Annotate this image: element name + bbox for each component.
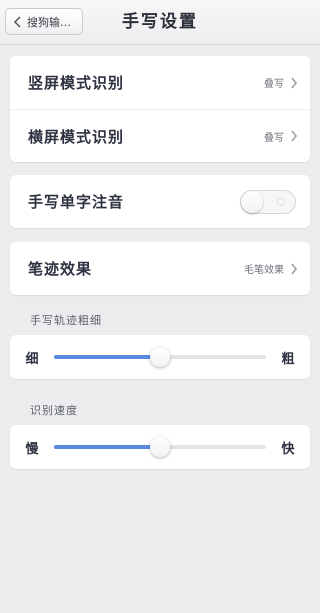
speed-max-label: 快 xyxy=(281,441,295,457)
pinyin-label: 手写单字注音 xyxy=(28,193,125,211)
pinyin-card: 手写单字注音 xyxy=(10,175,310,228)
thickness-slider[interactable] xyxy=(54,347,266,367)
stroke-effect-row[interactable]: 笔迹效果 毛笔效果 xyxy=(10,242,310,295)
back-button[interactable]: 搜狗输… xyxy=(5,8,83,35)
speed-slider[interactable] xyxy=(54,437,266,457)
landscape-recognition-label: 横屏模式识别 xyxy=(28,127,125,146)
pinyin-toggle[interactable] xyxy=(240,189,296,214)
toggle-off-indicator xyxy=(277,197,285,206)
portrait-recognition-row[interactable]: 竖屏模式识别 叠写 xyxy=(10,56,310,109)
portrait-recognition-value: 叠写 xyxy=(264,79,284,90)
chevron-right-icon xyxy=(291,77,297,88)
back-button-label: 搜狗输… xyxy=(27,15,71,29)
thickness-slider-row: 细 粗 xyxy=(10,335,310,379)
thickness-max-label: 粗 xyxy=(281,351,295,367)
thickness-card: 细 粗 xyxy=(10,335,310,379)
landscape-recognition-row[interactable]: 横屏模式识别 叠写 xyxy=(10,109,310,162)
stroke-effect-label: 笔迹效果 xyxy=(28,260,93,278)
stroke-effect-card: 笔迹效果 毛笔效果 xyxy=(10,242,310,295)
chevron-left-icon xyxy=(13,15,21,28)
stroke-effect-value: 毛笔效果 xyxy=(244,265,284,276)
chevron-right-icon xyxy=(291,263,297,274)
landscape-recognition-value: 叠写 xyxy=(264,132,284,144)
recognition-mode-card: 竖屏模式识别 叠写 横屏模式识别 叠写 xyxy=(10,56,310,162)
speed-slider-thumb[interactable] xyxy=(150,437,170,457)
speed-section-label: 识别速度 xyxy=(30,404,78,417)
speed-slider-row: 慢 快 xyxy=(10,425,310,469)
toggle-knob xyxy=(241,190,263,213)
thickness-slider-thumb[interactable] xyxy=(150,347,170,367)
speed-card: 慢 快 xyxy=(10,425,310,469)
thickness-slider-fill xyxy=(54,355,160,359)
nav-bar: 搜狗输… 手写设置 xyxy=(0,0,320,45)
portrait-recognition-label: 竖屏模式识别 xyxy=(28,74,125,92)
thickness-section-label: 手写轨迹粗细 xyxy=(30,314,102,327)
speed-min-label: 慢 xyxy=(25,441,39,457)
speed-slider-fill xyxy=(54,445,160,449)
pinyin-row: 手写单字注音 xyxy=(10,175,310,228)
thickness-min-label: 细 xyxy=(25,351,39,367)
chevron-right-icon xyxy=(291,130,297,142)
